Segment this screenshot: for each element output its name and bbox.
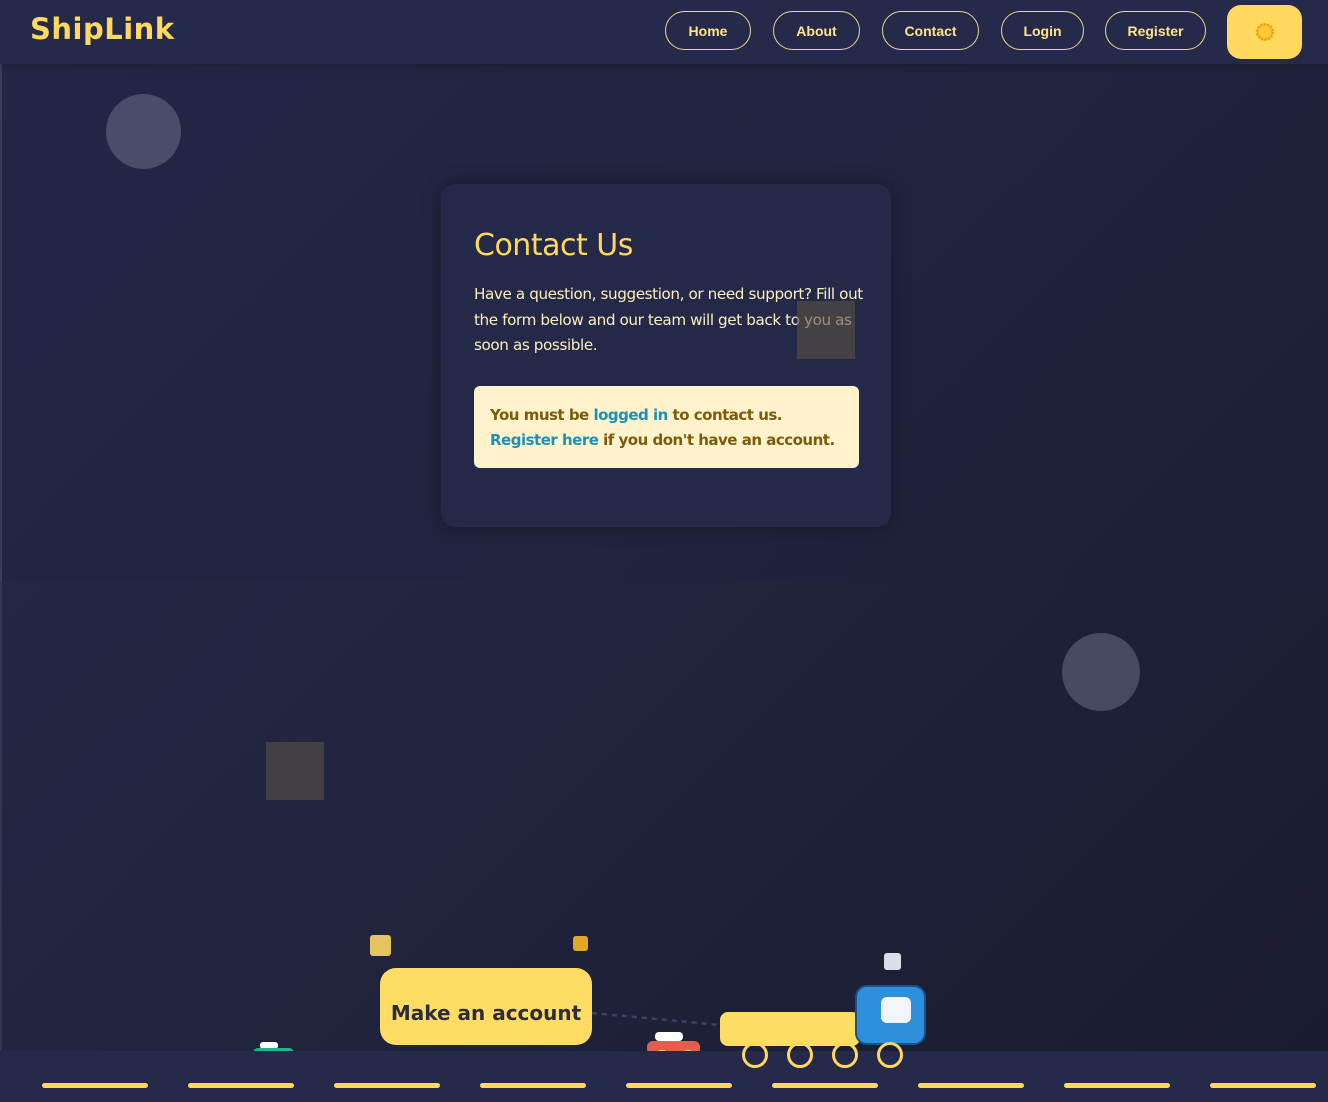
truck-wheel — [787, 1042, 813, 1068]
road-dash — [188, 1083, 294, 1088]
decor-square — [797, 301, 855, 359]
make-account-button[interactable]: Make an account — [380, 968, 592, 1045]
alert-text: if you don't have an account. — [598, 431, 835, 449]
road-dash — [626, 1083, 732, 1088]
decor-particle — [370, 935, 391, 956]
theme-toggle-button[interactable] — [1227, 5, 1302, 59]
road-dash — [918, 1083, 1024, 1088]
road-dash — [42, 1083, 148, 1088]
top-navigation-bar: ShipLink Home About Contact Login Regist… — [0, 0, 1328, 64]
road-dash — [480, 1083, 586, 1088]
login-required-alert: You must be logged in to contact us. Reg… — [474, 386, 859, 468]
truck-wheel — [742, 1042, 768, 1068]
decor-square — [266, 742, 324, 800]
alert-text: You must be — [490, 406, 594, 424]
truck-window — [881, 997, 911, 1023]
truck-trailer — [720, 1012, 860, 1046]
road-dash — [1210, 1083, 1316, 1088]
road — [0, 1051, 1328, 1102]
road-dash — [772, 1083, 878, 1088]
decor-particle — [884, 953, 901, 970]
register-link[interactable]: Register here — [490, 431, 599, 449]
nav-register-button[interactable]: Register — [1105, 11, 1206, 50]
sun-icon — [1255, 23, 1274, 41]
nav-login-button[interactable]: Login — [1001, 11, 1084, 50]
nav-contact-button[interactable]: Contact — [882, 11, 979, 50]
truck-wheel — [877, 1042, 903, 1068]
road-dash — [334, 1083, 440, 1088]
alert-text: to contact us. — [667, 406, 783, 424]
nav-home-button[interactable]: Home — [665, 11, 751, 50]
page-title: Contact Us — [474, 228, 633, 263]
road-dash — [1064, 1083, 1170, 1088]
nav-about-button[interactable]: About — [773, 11, 860, 50]
truck-wheel — [832, 1042, 858, 1068]
decor-circle — [1062, 633, 1140, 711]
decor-circle — [106, 94, 181, 169]
decor-particle — [573, 936, 588, 951]
login-link[interactable]: logged in — [593, 406, 668, 424]
brand-logo[interactable]: ShipLink — [30, 12, 175, 46]
